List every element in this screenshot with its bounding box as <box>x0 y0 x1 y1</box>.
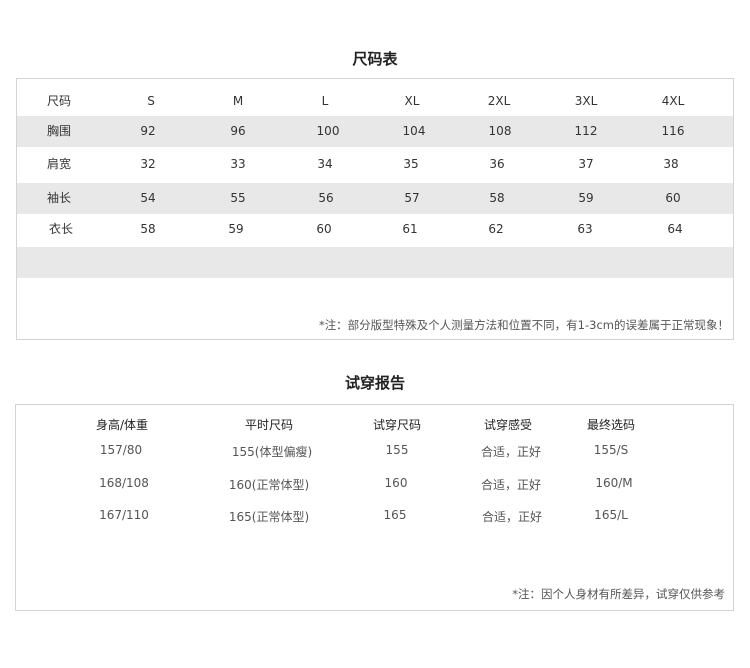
size-header-cell: L <box>321 94 329 108</box>
size-cell: 63 <box>577 222 593 236</box>
size-header-cell: 4XL <box>661 94 685 108</box>
size-cell: 34 <box>317 157 333 171</box>
fit-header-cell: 最终选码 <box>586 418 636 432</box>
size-cell: 35 <box>403 157 419 171</box>
fit-header-cell: 试穿尺码 <box>372 418 422 432</box>
size-cell: 62 <box>488 222 504 236</box>
size-header-cell: 3XL <box>574 94 598 108</box>
fit-cell: 160(正常体型) <box>228 478 310 492</box>
size-header-cell: XL <box>404 94 420 108</box>
size-cell: 56 <box>318 191 334 205</box>
size-cell: 37 <box>578 157 594 171</box>
size-row-shoulder: 肩宽 32 33 34 35 36 37 38 <box>17 149 733 180</box>
size-cell: 104 <box>402 124 426 138</box>
fit-cell: 合适，正好 <box>480 445 542 459</box>
fit-cell: 167/110 <box>99 508 149 522</box>
size-cell: 58 <box>489 191 505 205</box>
fit-cell: 160 <box>384 476 408 490</box>
size-cell: 57 <box>404 191 420 205</box>
size-header-label: 尺码 <box>47 94 72 108</box>
size-chart-title: 尺码表 <box>352 50 398 68</box>
size-header-row: 尺码 S M L XL 2XL 3XL 4XL <box>17 86 733 117</box>
size-cell: 60 <box>316 222 332 236</box>
size-header-cell: S <box>147 94 155 108</box>
size-header-cell: M <box>232 94 244 108</box>
fit-report-table: 身高/体重 平时尺码 试穿尺码 试穿感受 最终选码 157/80 155(体型偏… <box>15 404 734 611</box>
fit-cell: 155/S <box>593 443 629 457</box>
size-cell: 59 <box>578 191 594 205</box>
fit-cell: 155(体型偏瘦) <box>231 445 313 459</box>
fit-report-title: 试穿报告 <box>344 374 405 392</box>
size-cell: 116 <box>661 124 685 138</box>
size-cell: 32 <box>140 157 156 171</box>
size-cell: 96 <box>230 124 246 138</box>
row-label: 胸围 <box>47 124 72 138</box>
size-row-sleeve: 袖长 54 55 56 57 58 59 60 <box>17 183 733 214</box>
fit-cell: 165(正常体型) <box>228 510 310 524</box>
row-label: 肩宽 <box>47 157 72 171</box>
size-cell: 64 <box>667 222 683 236</box>
size-cell: 38 <box>663 157 679 171</box>
fit-header-cell: 试穿感受 <box>483 418 533 432</box>
size-chart-note: *注：部分版型特殊及个人测量方法和位置不同，有1-3cm的误差属于正常现象！ <box>318 318 729 332</box>
fit-cell: 160/M <box>595 476 633 490</box>
row-label: 袖长 <box>47 191 72 205</box>
fit-report-note: *注：因个人身材有所差异，试穿仅供参考 <box>512 587 725 601</box>
size-cell: 60 <box>665 191 681 205</box>
fit-cell: 168/108 <box>99 476 149 490</box>
size-cell: 58 <box>140 222 156 236</box>
size-cell: 54 <box>140 191 156 205</box>
row-label: 衣长 <box>49 222 74 236</box>
fit-cell: 合适，正好 <box>481 510 543 524</box>
size-cell: 100 <box>316 124 340 138</box>
size-cell: 92 <box>140 124 156 138</box>
size-cell: 59 <box>228 222 244 236</box>
size-cell: 112 <box>574 124 598 138</box>
size-cell: 33 <box>230 157 246 171</box>
fit-header-cell: 平时尺码 <box>244 418 294 432</box>
size-cell: 55 <box>230 191 246 205</box>
empty-shaded-row <box>17 247 733 278</box>
size-cell: 36 <box>489 157 505 171</box>
size-header-cell: 2XL <box>487 94 511 108</box>
fit-cell: 155 <box>385 443 409 457</box>
size-row-length: 衣长 58 59 60 61 62 63 64 <box>17 214 733 245</box>
size-cell: 108 <box>488 124 512 138</box>
fit-cell: 165 <box>383 508 407 522</box>
fit-cell: 165/L <box>594 508 628 522</box>
fit-cell: 157/80 <box>99 443 143 457</box>
size-chart-table: 尺码 S M L XL 2XL 3XL 4XL 胸围 92 96 100 104… <box>16 78 734 340</box>
size-cell: 61 <box>402 222 418 236</box>
size-row-chest: 胸围 92 96 100 104 108 112 116 <box>17 116 733 147</box>
fit-header-cell: 身高/体重 <box>95 418 149 432</box>
fit-cell: 合适，正好 <box>480 478 542 492</box>
